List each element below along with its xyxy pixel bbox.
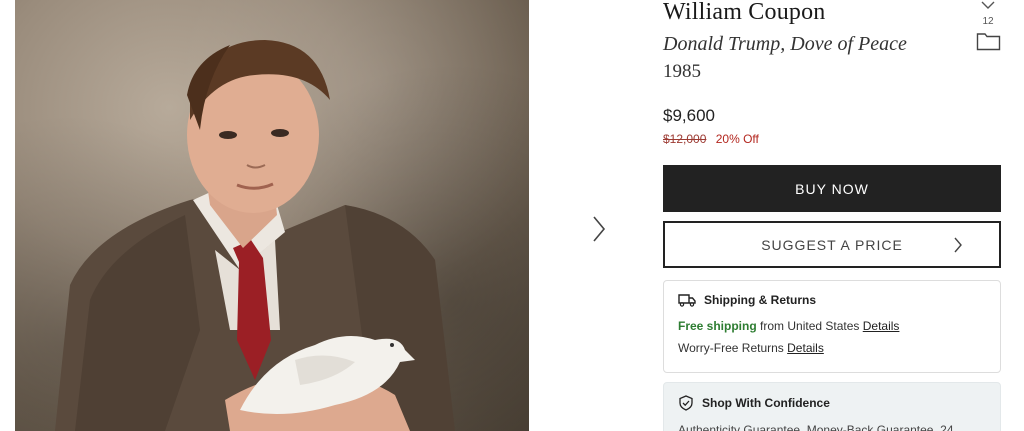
chevron-right-icon <box>593 216 606 242</box>
artwork-image[interactable] <box>15 0 529 431</box>
confidence-text: Authenticity Guarantee, Money-Back Guara… <box>678 423 954 431</box>
buy-now-label: BUY NOW <box>795 180 869 197</box>
buy-now-button[interactable]: BUY NOW <box>663 165 1001 212</box>
shipping-returns-card: Shipping & Returns Free shipping from Un… <box>663 280 1001 373</box>
shield-check-icon <box>679 395 693 411</box>
truck-icon <box>678 294 696 307</box>
folder-icon <box>976 33 1001 51</box>
free-shipping-label: Free shipping <box>678 319 757 333</box>
returns-line: Worry-Free Returns Details <box>678 341 986 355</box>
artwork-title: Donald Trump, Dove of Peace <box>663 33 907 55</box>
artwork-year: 1985 <box>663 61 701 82</box>
original-price: $12,000 <box>663 132 707 146</box>
shipping-heading-label: Shipping & Returns <box>704 293 816 307</box>
returns-details-link[interactable]: Details <box>787 341 824 355</box>
shop-confidence-card: Shop With Confidence Authenticity Guaran… <box>663 382 1001 431</box>
suggest-price-label: SUGGEST A PRICE <box>761 236 903 253</box>
favorite-count: 12 <box>982 16 994 27</box>
current-price: $9,600 <box>663 106 715 125</box>
carousel-next-button[interactable] <box>586 213 612 245</box>
confidence-heading-label: Shop With Confidence <box>702 396 830 410</box>
artist-name[interactable]: William Coupon <box>663 0 826 26</box>
favorite-button[interactable]: 12 <box>978 0 998 27</box>
shipping-heading: Shipping & Returns <box>678 293 986 307</box>
save-to-folder-button[interactable] <box>976 31 1001 51</box>
price-discount-row: $12,000 20% Off <box>663 132 759 146</box>
portrait-illustration <box>55 40 455 431</box>
confidence-heading: Shop With Confidence <box>678 395 986 411</box>
discount-badge: 20% Off <box>715 132 759 146</box>
shipping-details-link[interactable]: Details <box>863 319 900 333</box>
chevron-right-icon <box>954 237 962 253</box>
heart-icon <box>981 1 995 9</box>
shipping-line: Free shipping from United States Details <box>678 319 986 333</box>
shipping-origin-text: from United States <box>756 319 863 333</box>
suggest-price-button[interactable]: SUGGEST A PRICE <box>663 221 1001 268</box>
returns-text: Worry-Free Returns <box>678 341 788 355</box>
